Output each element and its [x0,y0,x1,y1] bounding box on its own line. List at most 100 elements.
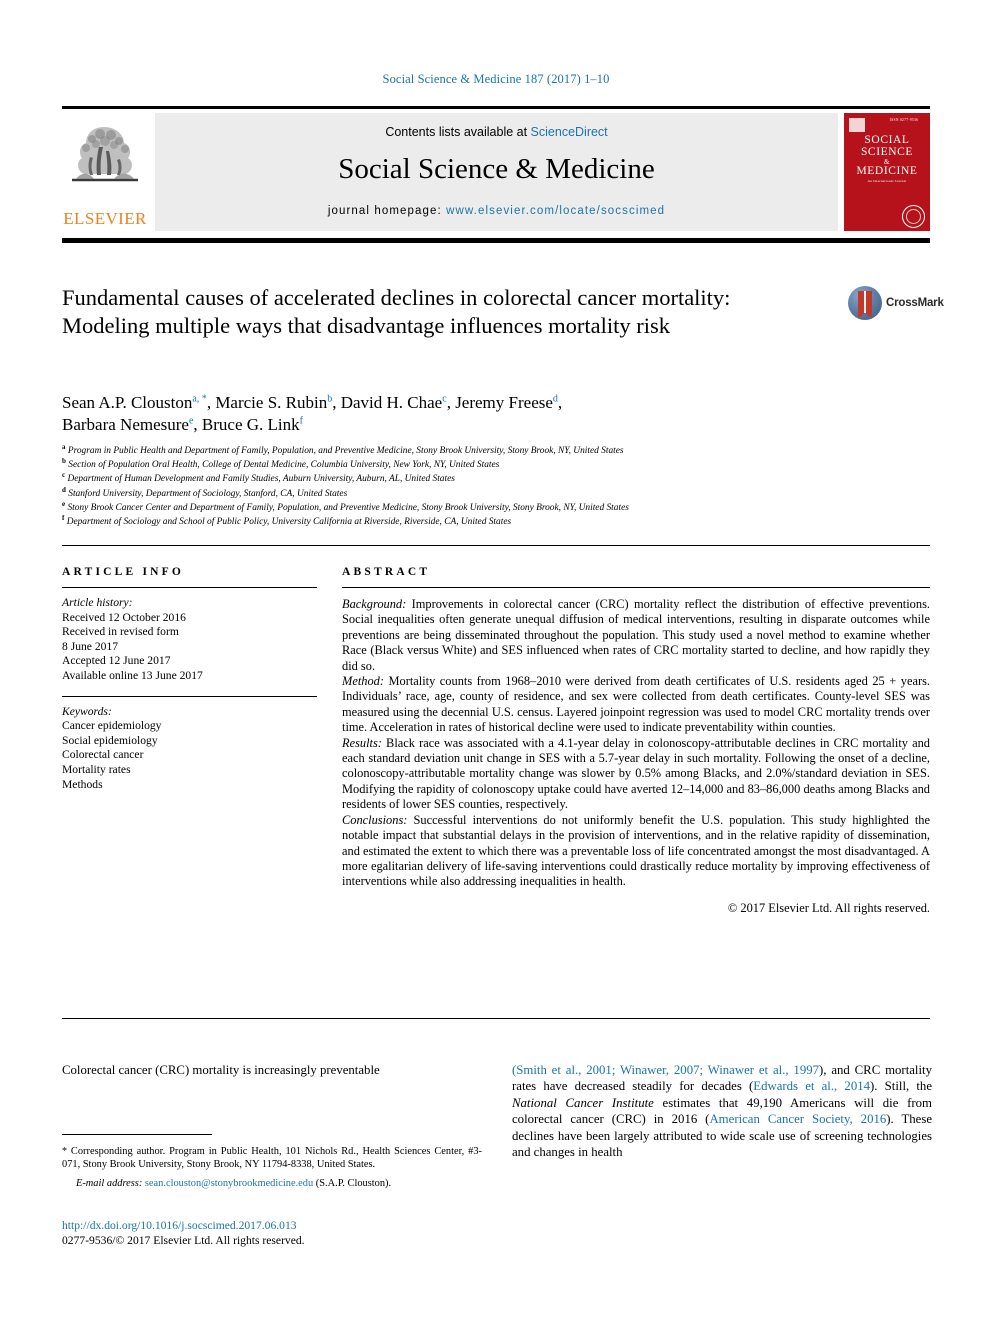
article-title: Fundamental causes of accelerated declin… [62,285,731,338]
author-list: Sean A.P. Cloustona, *, Marcie S. Rubinb… [62,393,563,434]
abstract-section-text: Black race was associated with a 4.1-yea… [342,735,930,812]
affiliation-item: d Stanford University, Department of Soc… [62,485,902,501]
author-marks: f [299,415,303,427]
author-name[interactable]: Barbara Nemesure [62,415,189,434]
body-column-right: (Smith et al., 2001; Winawer, 2007; Wina… [512,1062,932,1160]
journal-title: Social Science & Medicine [338,153,655,185]
citation-link[interactable]: Edwards et al., 2014 [753,1079,870,1093]
affiliation-mark: a [62,442,66,451]
elsevier-wordmark: ELSEVIER [63,209,147,228]
abstract-body: Background: Improvements in colorectal c… [342,597,930,890]
affiliation-mark: d [62,485,66,494]
body-text: ). Still, the [870,1079,933,1094]
article-history-item: Available online 13 June 2017 [62,668,203,682]
article-history-block: Article history: Received 12 October 201… [62,596,317,684]
journal-homepage-line: journal homepage: www.elsevier.com/locat… [155,205,838,217]
affiliation-item: a Program in Public Health and Departmen… [62,442,902,458]
abstract-section: Background: Improvements in colorectal c… [342,597,930,674]
keyword-item: Colorectal cancer [62,748,144,762]
journal-masthead: ELSEVIER Contents lists available at Sci… [62,106,930,231]
article-history-item: Received in revised form [62,625,179,639]
homepage-url-link[interactable]: www.elsevier.com/locate/socscimed [446,205,665,217]
email-link[interactable]: sean.clouston@stonybrookmedicine.edu [145,1178,313,1189]
cover-title-line1: SOCIAL [864,134,910,146]
doi-block: http://dx.doi.org/10.1016/j.socscimed.20… [62,1219,502,1248]
article-info-column: ARTICLE INFO Article history: Received 1… [62,566,317,792]
abstract-section: Results: Black race was associated with … [342,736,930,813]
keyword-item: Mortality rates [62,762,131,776]
citation-link[interactable]: American Cancer Society, 2016 [709,1112,886,1126]
body-italic-term: National Cancer Institute [512,1095,654,1110]
journal-band: Contents lists available at ScienceDirec… [155,113,838,231]
author-name[interactable]: Sean A.P. Clouston [62,393,192,412]
author-marks: a, * [192,393,207,405]
affiliation-text: Department of Human Development and Fami… [67,474,455,485]
abstract-section-label: Background: [342,597,407,611]
abstract-section-label: Method: [342,674,384,689]
article-history-item: 8 June 2017 [62,639,119,653]
issn-copyright-line: 0277-9536/© 2017 Elsevier Ltd. All right… [62,1233,305,1247]
affiliation-text: Stony Brook Cancer Center and Department… [67,502,629,513]
email-suffix: (S.A.P. Clouston). [313,1178,392,1190]
author-name[interactable]: Bruce G. Link [202,415,300,434]
article-info-heading: ARTICLE INFO [62,566,185,578]
affiliation-text: Program in Public Health and Department … [67,446,624,456]
journal-cover-thumbnail: ISSN 0277-9536 SOCIAL SCIENCE & MEDICINE… [844,113,930,231]
keyword-item: Methods [62,777,103,791]
abstract-section-text: Successful interventions do not uniforml… [342,812,930,889]
body-section-top-rule [62,1018,930,1019]
contents-prefix: Contents lists available at [385,125,531,139]
author-name[interactable]: Marcie S. Rubin [215,393,327,412]
abstract-section-text: Mortality counts from 1968–2010 were der… [342,674,930,735]
affiliation-mark: c [62,471,66,480]
elsevier-logo: ELSEVIER [62,113,148,231]
crossmark-badge[interactable]: CrossMark [848,286,944,322]
homepage-prefix: journal homepage: [327,205,447,217]
cover-title: SOCIAL SCIENCE & MEDICINE [844,134,930,178]
abstract-section-label: Results: [342,735,382,750]
affiliation-text: Section of Population Oral Health, Colle… [68,460,500,471]
cover-issn-label: ISSN 0277-9536 [889,118,919,122]
abstract-section: Conclusions: Successful interventions do… [342,813,930,890]
body-column-left: Colorectal cancer (CRC) mortality is inc… [62,1062,482,1078]
footnote-rule [62,1134,212,1135]
abstract-section: Method: Mortality counts from 1968–2010 … [342,674,930,736]
email-label: E-mail address: [76,1178,143,1190]
abstract-column: ABSTRACT Background: Improvements in col… [342,566,930,916]
affiliation-mark: f [62,513,65,522]
affiliation-list: a Program in Public Health and Departmen… [62,442,902,529]
abstract-section-label: Conclusions: [342,812,408,827]
keyword-item: Social epidemiology [62,733,158,747]
article-history-item: Accepted 12 June 2017 [62,654,171,668]
author-marks: d [552,393,558,405]
keywords-label: Keywords: [62,704,112,718]
cover-subtitle: An International Journal [867,179,907,183]
article-history-item: Received 12 October 2016 [62,610,186,624]
author-marks: b [327,393,333,405]
citation-link[interactable]: (Smith et al., 2001; Winawer, 2007; Wina… [512,1063,819,1077]
affiliation-text: Stanford University, Department of Socio… [68,488,348,499]
crossmark-icon [848,286,882,320]
article-history-label: Article history: [62,596,133,609]
sciencedirect-link[interactable]: ScienceDirect [531,125,608,139]
keyword-item: Cancer epidemiology [62,719,162,733]
body-text-left: Colorectal cancer (CRC) mortality is inc… [62,1063,380,1077]
affiliation-item: c Department of Human Development and Fa… [62,472,902,486]
keywords-divider [62,695,317,697]
abstract-heading-rule [342,587,930,588]
affiliation-item: f Department of Sociology and School of … [62,513,902,529]
author-name[interactable]: David H. Chae [341,393,443,412]
doi-link[interactable]: http://dx.doi.org/10.1016/j.socscimed.20… [62,1219,502,1234]
footnote-text: Corresponding author. Program in Public … [62,1146,482,1171]
keywords-block: Keywords: Cancer epidemiology Social epi… [62,705,317,793]
cover-seal-icon [902,205,925,228]
contents-available-line: Contents lists available at ScienceDirec… [155,125,838,139]
cover-title-line2: SCIENCE [860,145,914,158]
author-marks: c [442,393,447,405]
abstract-heading: ABSTRACT [342,566,431,578]
journal-article-page: Social Science & Medicine 187 (2017) 1–1… [0,0,992,1323]
affiliation-text: Department of Sociology and School of Pu… [66,517,512,528]
article-info-heading-rule [62,587,317,588]
affiliation-item: b Section of Population Oral Health, Col… [62,458,902,472]
author-name[interactable]: Jeremy Freese [455,393,553,412]
